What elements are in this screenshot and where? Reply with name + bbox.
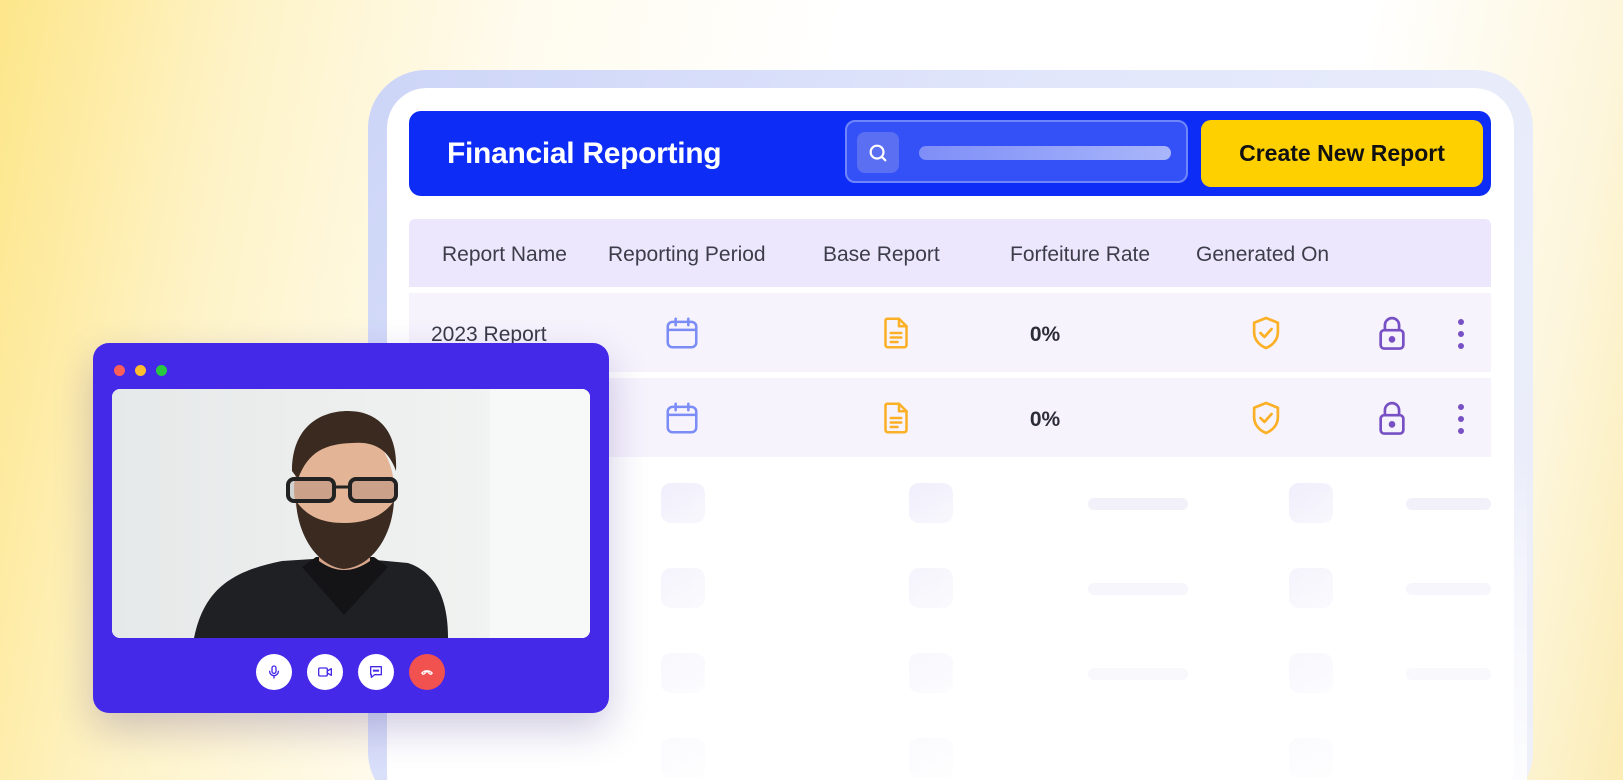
more-options-icon[interactable] (1449, 316, 1473, 352)
forfeiture-rate-value: 0% (1029, 408, 1061, 431)
calendar-icon[interactable] (662, 398, 702, 438)
microphone-icon[interactable] (256, 654, 292, 690)
window-maximize-dot[interactable] (156, 365, 167, 376)
search-icon[interactable] (857, 132, 899, 173)
forfeiture-rate-value: 0% (1029, 323, 1061, 346)
skeleton-block (909, 738, 953, 778)
skeleton-bar (1406, 583, 1491, 595)
skeleton-block (1289, 568, 1333, 608)
document-icon[interactable] (876, 398, 916, 438)
page-title: Financial Reporting (447, 137, 722, 170)
skeleton-block (661, 738, 705, 778)
skeleton-bar (1406, 668, 1491, 680)
lock-icon[interactable] (1372, 313, 1412, 353)
column-header-forfeiture-rate[interactable]: Forfeiture Rate (1010, 243, 1150, 267)
skeleton-block (661, 483, 705, 523)
search-placeholder-bar (919, 146, 1171, 160)
create-new-report-button[interactable]: Create New Report (1201, 120, 1483, 187)
chat-icon[interactable] (358, 654, 394, 690)
page-background: Financial Reporting Create New Report Re… (0, 0, 1623, 780)
skeleton-block (909, 483, 953, 523)
lock-icon[interactable] (1372, 398, 1412, 438)
hang-up-icon[interactable] (409, 654, 445, 690)
header-bar: Financial Reporting Create New Report (409, 111, 1491, 196)
skeleton-block (1289, 653, 1333, 693)
participant-portrait (112, 389, 590, 638)
skeleton-row (409, 717, 1491, 780)
skeleton-bar (1406, 498, 1491, 510)
table-header: Report Name Reporting Period Base Report… (409, 219, 1491, 287)
skeleton-block (909, 653, 953, 693)
search-input[interactable] (845, 120, 1188, 183)
skeleton-block (1289, 738, 1333, 778)
skeleton-block (1289, 483, 1333, 523)
skeleton-bar (1088, 668, 1188, 680)
column-header-report-name[interactable]: Report Name (442, 243, 567, 267)
window-close-dot[interactable] (114, 365, 125, 376)
calendar-icon[interactable] (662, 313, 702, 353)
column-header-generated-on[interactable]: Generated On (1196, 243, 1329, 267)
skeleton-bar (1088, 583, 1188, 595)
shield-check-icon[interactable] (1246, 313, 1286, 353)
video-camera-icon[interactable] (307, 654, 343, 690)
column-header-base-report[interactable]: Base Report (823, 243, 940, 267)
video-feed (112, 389, 590, 638)
shield-check-icon[interactable] (1246, 398, 1286, 438)
skeleton-block (909, 568, 953, 608)
skeleton-bar (1088, 498, 1188, 510)
more-options-icon[interactable] (1449, 401, 1473, 437)
document-icon[interactable] (876, 313, 916, 353)
skeleton-block (661, 568, 705, 608)
skeleton-block (661, 653, 705, 693)
window-minimize-dot[interactable] (135, 365, 146, 376)
column-header-reporting-period[interactable]: Reporting Period (608, 243, 766, 267)
video-call-window[interactable] (93, 343, 609, 713)
